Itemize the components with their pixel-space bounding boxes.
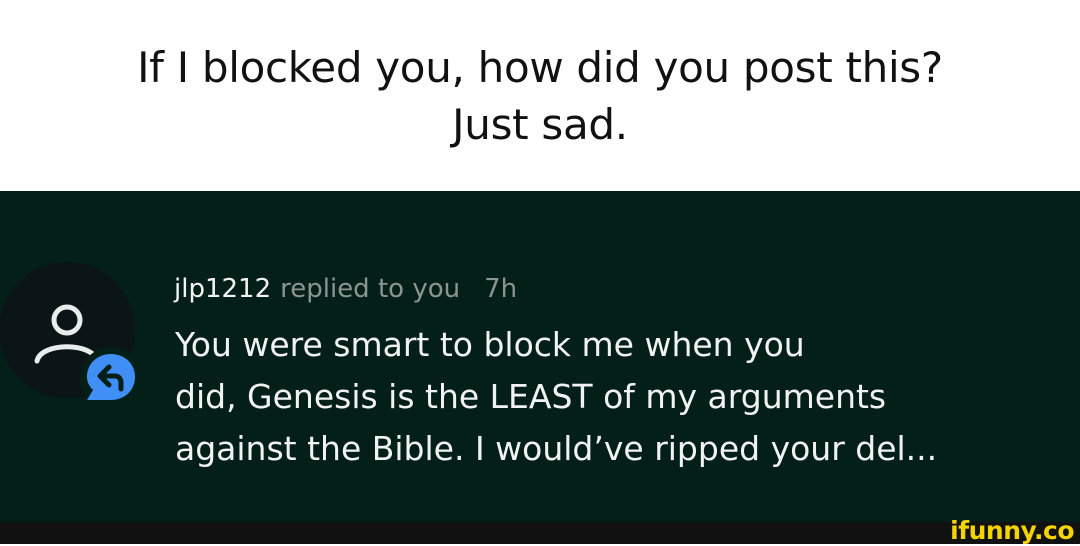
watermark-bar: ifunny.co (0, 516, 1080, 545)
reply-arrow-icon (87, 354, 135, 400)
reply-message[interactable]: You were smart to block me when you did,… (175, 319, 1055, 475)
reply-action-text: replied to you (280, 274, 461, 304)
username[interactable]: jlp1212 (174, 274, 271, 304)
reply-message-line-2: did, Genesis is the LEAST of my argument… (175, 377, 887, 416)
reply-metadata: jlp1212 replied to you 7h (174, 270, 517, 308)
reply-message-line-3: against the Bible. I would’ve ripped you… (175, 429, 938, 468)
meme-caption: If I blocked you, how did you post this?… (0, 0, 1080, 191)
reply-notification-card[interactable]: jlp1212 replied to you 7h You were smart t… (0, 191, 1080, 522)
reply-timestamp: 7h (484, 274, 518, 304)
reply-badge (80, 347, 142, 409)
ifunny-watermark: ifunny.co (950, 516, 1074, 545)
caption-line-1: If I blocked you, how did you post this? (137, 42, 943, 92)
reply-message-line-1: You were smart to block me when you (175, 325, 805, 364)
caption-line-2: Just sad. (452, 99, 628, 149)
